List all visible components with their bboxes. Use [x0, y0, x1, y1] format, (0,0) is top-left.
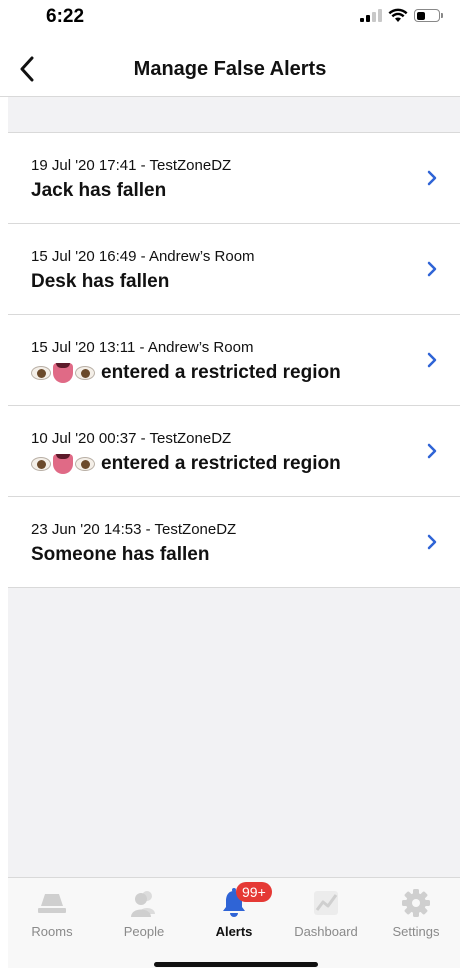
tab-alerts[interactable]: 99+ Alerts [192, 882, 276, 948]
tab-dashboard[interactable]: Dashboard [284, 888, 368, 948]
battery-icon [414, 9, 443, 22]
alert-row[interactable]: 15 Jul '20 16:49 - Andrew’s Room Desk ha… [8, 224, 460, 315]
rooms-icon [35, 888, 69, 918]
eye-icon [75, 366, 95, 380]
tab-label: Dashboard [294, 924, 358, 939]
status-time: 6:22 [46, 6, 85, 27]
eye-icon [31, 457, 51, 471]
tab-bar: Rooms People 99+ Alerts Dashboard Settin… [8, 877, 460, 968]
home-indicator[interactable] [154, 962, 318, 967]
tab-settings[interactable]: Settings [374, 888, 458, 948]
nav-bar: Manage False Alerts [0, 40, 460, 97]
alert-title: entered a restricted region [31, 453, 341, 475]
tab-label: Rooms [31, 924, 73, 939]
people-icon [127, 888, 161, 918]
chevron-right-icon [427, 534, 437, 550]
chevron-right-icon [427, 261, 437, 277]
alert-row[interactable]: 23 Jun '20 14:53 - TestZoneDZ Someone ha… [8, 497, 460, 588]
chart-icon [309, 888, 343, 918]
tab-rooms[interactable]: Rooms [10, 888, 94, 948]
alert-row[interactable]: 15 Jul '20 13:11 - Andrew’s Room entered… [8, 315, 460, 406]
alert-title: entered a restricted region [31, 362, 341, 384]
alert-title-text: entered a restricted region [101, 453, 341, 474]
chevron-right-icon [427, 443, 437, 459]
alert-meta: 15 Jul '20 16:49 - Andrew’s Room [31, 248, 255, 265]
wifi-icon [388, 8, 408, 22]
alert-title-text: Someone has fallen [31, 544, 210, 565]
list-header-spacer [8, 97, 460, 133]
alerts-badge: 99+ [236, 882, 272, 902]
tab-label: Settings [392, 924, 440, 939]
alert-meta: 19 Jul '20 17:41 - TestZoneDZ [31, 157, 232, 174]
chevron-right-icon [427, 170, 437, 186]
alert-title-text: entered a restricted region [101, 362, 341, 383]
page-title: Manage False Alerts [133, 58, 327, 80]
alert-title: Desk has fallen [31, 271, 169, 293]
tongue-icon [53, 454, 73, 474]
alert-row[interactable]: 10 Jul '20 00:37 - TestZoneDZ entered a … [8, 406, 460, 497]
status-bar: 6:22 [0, 0, 460, 40]
alert-row[interactable]: 19 Jul '20 17:41 - TestZoneDZ Jack has f… [8, 133, 460, 224]
alert-meta: 10 Jul '20 00:37 - TestZoneDZ [31, 430, 232, 447]
emoji-face-icon [31, 363, 95, 383]
tab-label: Alerts [215, 924, 253, 939]
eye-icon [75, 457, 95, 471]
emoji-face-icon [31, 454, 95, 474]
alert-list: 19 Jul '20 17:41 - TestZoneDZ Jack has f… [8, 133, 460, 588]
alert-title: Jack has fallen [31, 180, 166, 202]
tab-label: People [123, 924, 165, 939]
eye-icon [31, 366, 51, 380]
alert-title-text: Desk has fallen [31, 271, 170, 292]
chevron-right-icon [427, 352, 437, 368]
tongue-icon [53, 363, 73, 383]
content-area: 19 Jul '20 17:41 - TestZoneDZ Jack has f… [8, 97, 460, 877]
signal-icon [360, 9, 382, 22]
alert-title: Someone has fallen [31, 544, 209, 566]
alert-title-text: Jack has fallen [31, 180, 167, 201]
alert-meta: 23 Jun '20 14:53 - TestZoneDZ [31, 521, 237, 538]
gear-icon [399, 888, 433, 918]
tab-people[interactable]: People [102, 888, 186, 948]
alert-meta: 15 Jul '20 13:11 - Andrew’s Room [31, 339, 254, 356]
status-icons [360, 8, 443, 23]
